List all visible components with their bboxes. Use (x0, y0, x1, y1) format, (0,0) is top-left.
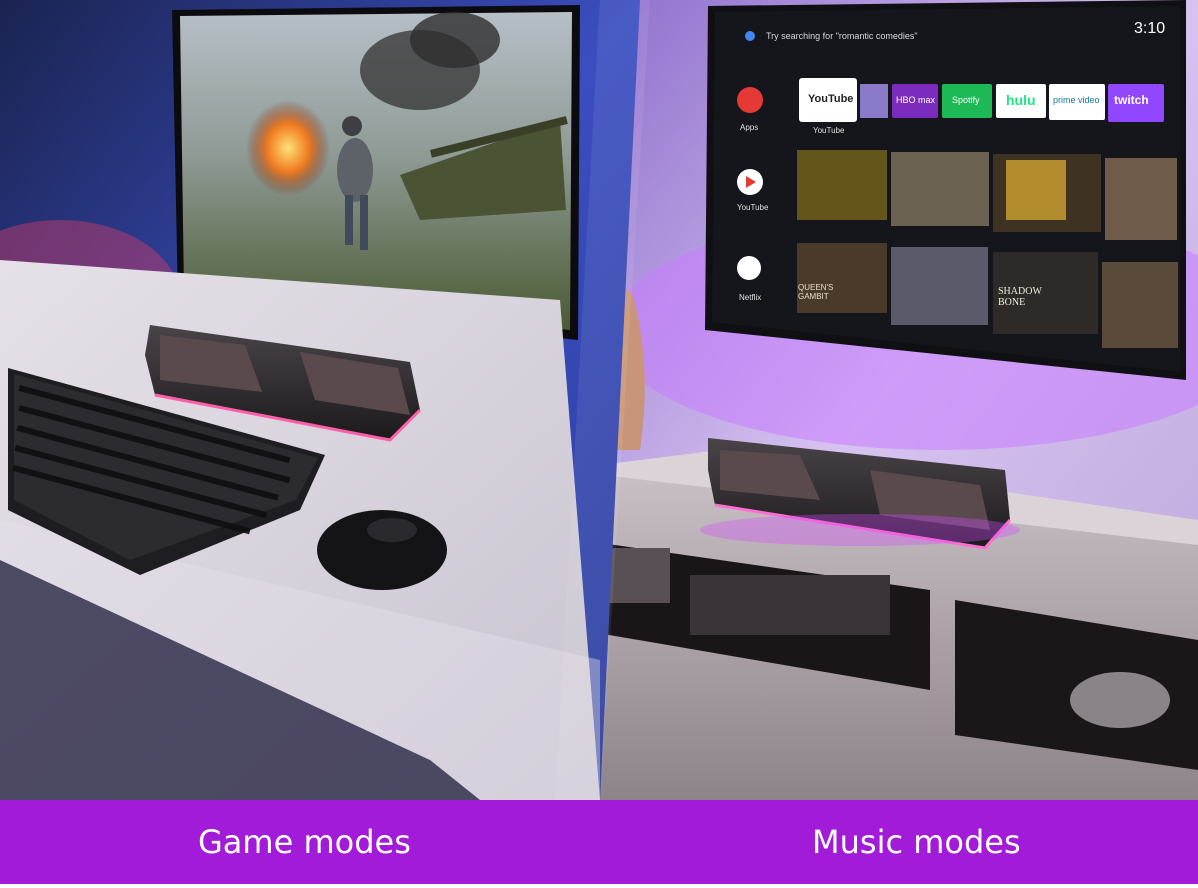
tv-focused-app-label: YouTube (813, 126, 845, 135)
tv-app-youtube: YouTube (808, 93, 854, 105)
tv-app-twitch: twitch (1114, 93, 1149, 107)
tv-sidebar-youtube-label: YouTube (737, 203, 769, 212)
photo-illustration (0, 0, 1198, 800)
tv-clock: 3:10 (1134, 20, 1166, 37)
tv-poster-title-1: QUEEN'S GAMBIT (798, 283, 834, 301)
tv-sidebar-apps-label: Apps (740, 123, 759, 132)
tv-poster-title-2: SHADOW BONE (998, 286, 1042, 308)
tv-app-hbomax: HBO max (896, 95, 936, 105)
tv-app-spotify: Spotify (952, 95, 980, 105)
music-modes-caption: Music modes (812, 823, 1021, 861)
tv-app-hulu: hulu (1006, 92, 1036, 108)
tv-search-hint: Try searching for "romantic comedies" (766, 31, 918, 41)
product-photo: Try searching for "romantic comedies" 3:… (0, 0, 1198, 884)
tv-app-prime-video: prime video (1053, 95, 1100, 105)
game-modes-caption: Game modes (198, 823, 411, 861)
tv-sidebar-netflix-label: Netflix (739, 293, 762, 302)
